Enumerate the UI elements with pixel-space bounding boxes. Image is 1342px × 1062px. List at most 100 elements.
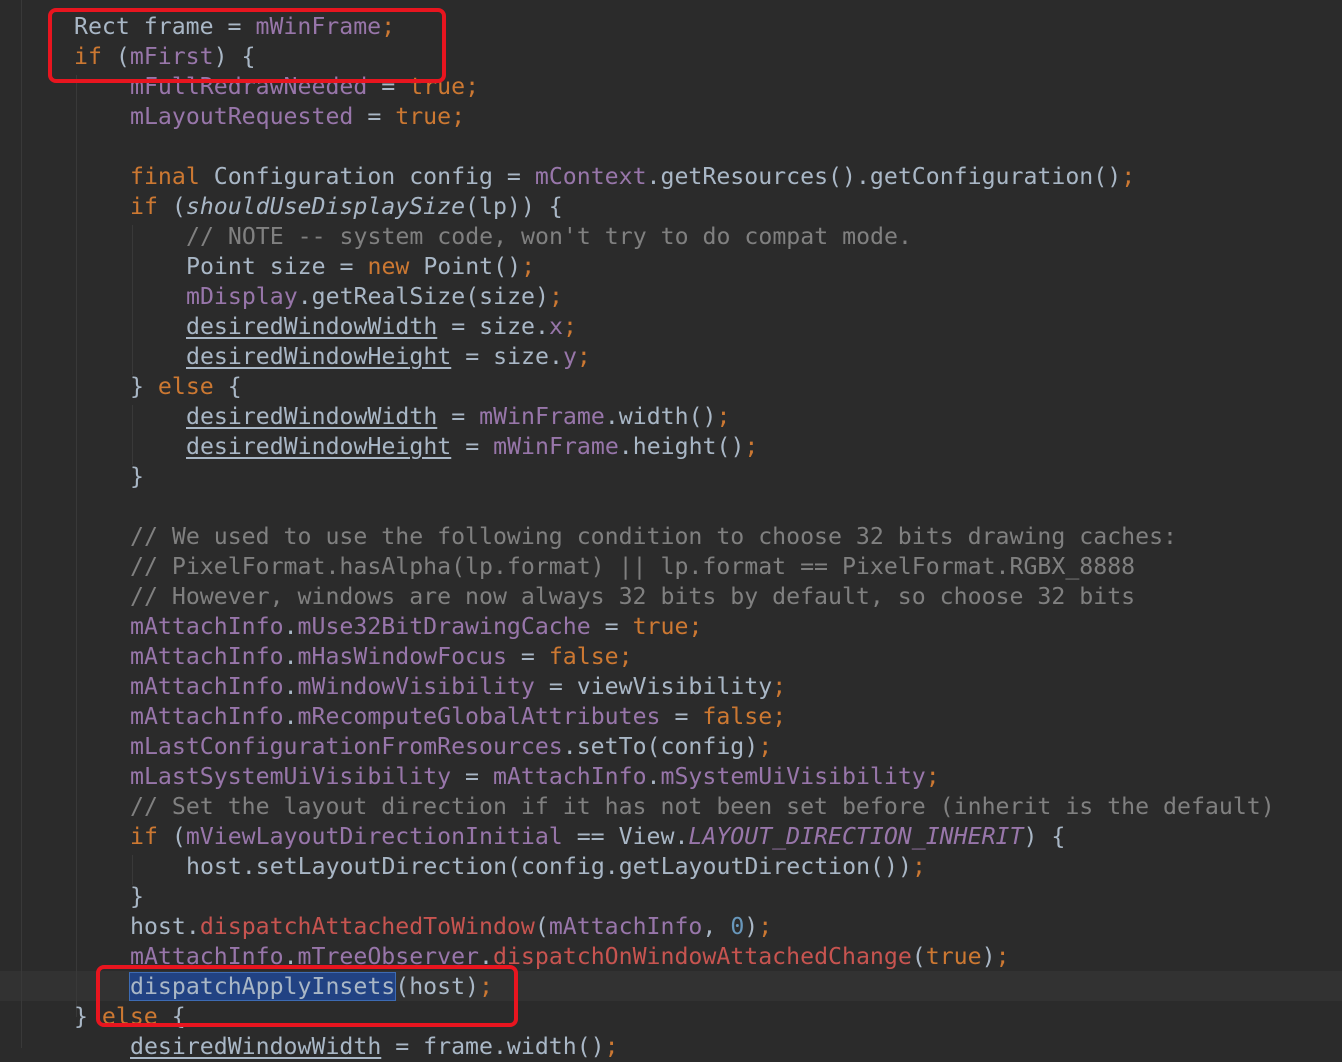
code-token: x xyxy=(548,313,563,340)
code-line[interactable]: // PixelFormat.hasAlpha(lp.format) || lp… xyxy=(130,552,1135,582)
code-token: desiredWindowWidth xyxy=(186,313,438,340)
code-token: final xyxy=(130,163,200,190)
code-token: ( xyxy=(911,943,926,970)
code-token: ( xyxy=(157,193,186,220)
code-token: desiredWindowHeight xyxy=(186,343,452,370)
code-token: ; xyxy=(604,1033,619,1060)
code-line[interactable]: desiredWindowHeight = size.y; xyxy=(186,342,591,372)
code-token: ; xyxy=(618,643,633,670)
code-token: false xyxy=(548,643,619,670)
code-token: mRecomputeGlobalAttributes xyxy=(297,703,661,730)
code-token: = xyxy=(590,613,633,640)
code-line[interactable]: host.setLayoutDirection(config.getLayout… xyxy=(186,852,926,882)
code-token: mViewLayoutDirectionInitial xyxy=(185,823,563,850)
code-token: = xyxy=(437,403,480,430)
code-token: Point() xyxy=(409,253,522,280)
code-line[interactable]: desiredWindowWidth = mWinFrame.width(); xyxy=(186,402,730,432)
code-line[interactable]: Point size = new Point(); xyxy=(186,252,535,282)
code-token: true xyxy=(925,943,982,970)
code-token: mAttachInfo xyxy=(130,703,284,730)
code-token: . xyxy=(283,703,298,730)
code-line[interactable]: // We used to use the following conditio… xyxy=(130,522,1177,552)
code-line[interactable]: mLastSystemUiVisibility = mAttachInfo.mS… xyxy=(130,762,940,792)
code-token: ; xyxy=(716,403,731,430)
code-line[interactable]: desiredWindowWidth = frame.width(); xyxy=(130,1032,619,1062)
indent-guide xyxy=(132,405,133,465)
code-token: = xyxy=(353,103,396,130)
code-token: ; xyxy=(1121,163,1136,190)
code-line[interactable]: } xyxy=(130,882,144,912)
code-token: ) xyxy=(981,943,996,970)
code-token: ; xyxy=(521,253,536,280)
code-token: . xyxy=(646,763,661,790)
code-token: ; xyxy=(688,613,703,640)
code-token: ; xyxy=(758,913,773,940)
code-token: mLastSystemUiVisibility xyxy=(130,763,452,790)
code-token: desiredWindowWidth xyxy=(130,1033,382,1060)
code-token: ; xyxy=(911,853,926,880)
code-token: desiredWindowWidth xyxy=(186,403,438,430)
indent-guide xyxy=(21,0,22,1048)
code-line[interactable]: if (shouldUseDisplaySize(lp)) { xyxy=(130,192,563,222)
code-line[interactable]: // NOTE -- system code, won't try to do … xyxy=(186,222,912,252)
code-token: mSystemUiVisibility xyxy=(660,763,926,790)
code-token: mAttachInfo xyxy=(130,643,284,670)
code-token: = frame.width() xyxy=(381,1033,605,1060)
code-line[interactable]: mAttachInfo.mRecomputeGlobalAttributes =… xyxy=(130,702,786,732)
code-token: = xyxy=(660,703,703,730)
code-token: dispatchAttachedToWindow xyxy=(199,913,535,940)
code-line[interactable]: final Configuration config = mContext.ge… xyxy=(130,162,1135,192)
code-token: = xyxy=(451,433,494,460)
code-token: mDisplay xyxy=(186,283,298,310)
code-token: ( xyxy=(534,913,549,940)
code-line[interactable]: mAttachInfo.mWindowVisibility = viewVisi… xyxy=(130,672,786,702)
code-token: true xyxy=(395,103,452,130)
code-token: y xyxy=(562,343,577,370)
indent-guide xyxy=(76,75,77,1017)
code-line[interactable]: host.dispatchAttachedToWindow(mAttachInf… xyxy=(130,912,772,942)
code-token: 0 xyxy=(730,913,745,940)
code-token: desiredWindowHeight xyxy=(186,433,452,460)
code-token: mUse32BitDrawingCache xyxy=(297,613,591,640)
code-token: { xyxy=(213,373,242,400)
code-line[interactable]: } else { xyxy=(130,372,242,402)
code-token: } xyxy=(130,883,144,910)
code-line[interactable]: desiredWindowWidth = size.x; xyxy=(186,312,577,342)
code-line[interactable]: mAttachInfo.mUse32BitDrawingCache = true… xyxy=(130,612,702,642)
code-token: .setTo(config) xyxy=(562,733,759,760)
code-token: = size. xyxy=(451,343,563,370)
code-token: mAttachInfo xyxy=(130,613,284,640)
code-token: ; xyxy=(451,103,466,130)
code-editor[interactable]: Rect frame = mWinFrame; if (mFirst) {mFul… xyxy=(0,0,1342,1060)
code-token: // PixelFormat.hasAlpha(lp.format) || lp… xyxy=(130,553,1136,580)
code-token: host.setLayoutDirection(config.getLayout… xyxy=(186,853,912,880)
code-token: shouldUseDisplaySize xyxy=(185,193,466,220)
annotation-box-top xyxy=(48,8,446,83)
code-token: . xyxy=(283,643,298,670)
code-line[interactable]: // Set the layout direction if it has no… xyxy=(130,792,1275,822)
code-line[interactable]: mLastConfigurationFromResources.setTo(co… xyxy=(130,732,772,762)
indent-guide xyxy=(132,855,133,885)
code-token: // However, windows are now always 32 bi… xyxy=(130,583,1136,610)
code-line[interactable]: desiredWindowHeight = mWinFrame.height()… xyxy=(186,432,758,462)
code-line[interactable]: mAttachInfo.mHasWindowFocus = false; xyxy=(130,642,633,672)
code-line[interactable]: // However, windows are now always 32 bi… xyxy=(130,582,1135,612)
code-token: mLayoutRequested xyxy=(130,103,354,130)
code-token: ; xyxy=(758,733,773,760)
code-line[interactable]: mLayoutRequested = true; xyxy=(130,102,465,132)
code-line[interactable]: mDisplay.getRealSize(size); xyxy=(186,282,563,312)
code-token: .height() xyxy=(618,433,745,460)
code-token: = xyxy=(451,763,493,790)
code-line[interactable]: if (mViewLayoutDirectionInitial == View.… xyxy=(130,822,1065,852)
code-token: new xyxy=(367,253,410,280)
code-token: mLastConfigurationFromResources xyxy=(130,733,563,760)
code-token: ; xyxy=(772,703,787,730)
code-token: ; xyxy=(744,433,759,460)
code-line[interactable]: } xyxy=(130,462,144,492)
code-token: .getRealSize(size) xyxy=(297,283,549,310)
annotation-box-bottom xyxy=(96,965,518,1027)
code-token: (lp)) { xyxy=(465,193,563,220)
code-token: .getResources().getConfiguration() xyxy=(646,163,1122,190)
code-token: == View. xyxy=(562,823,689,850)
code-token: mWindowVisibility xyxy=(297,673,535,700)
